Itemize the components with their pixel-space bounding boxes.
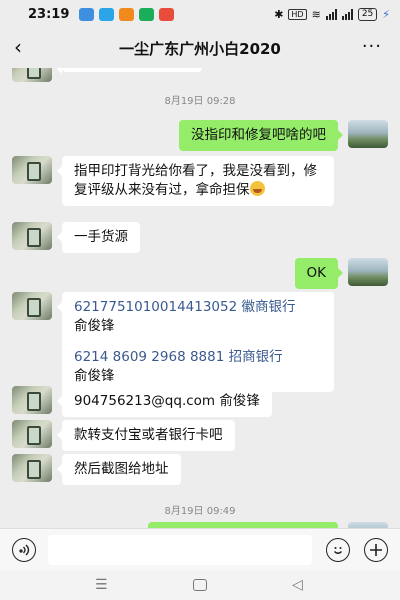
message-text: 指甲印打背光给你看了，我是没看到，修复评级从来没有过，拿命担保 [74,163,317,198]
bank-account-line: 6217751010014413052 徽商银行 [74,299,296,315]
emoji-icon[interactable] [326,538,350,562]
account-name-line: 俞俊锋 [74,318,115,334]
system-nav-bar: ☰ ◁ [0,570,400,600]
home-icon[interactable] [193,579,207,591]
status-time: 23:19 [28,6,70,22]
my-avatar[interactable] [348,120,388,148]
message-self[interactable]: OK [294,258,344,289]
contact-avatar[interactable] [12,386,52,414]
chat-title: 一尘广东广州小白2020 [119,39,281,58]
message-self[interactable]: 没指印和修复吧啥的吧 [179,120,343,151]
account-name-line: 俞俊锋 [74,368,115,384]
app-notification-icon [79,7,95,21]
contact-avatar[interactable] [12,222,52,250]
app-notification-icon [119,7,135,21]
timestamp: 8月19日 09:49 [164,506,236,517]
voice-icon[interactable] [12,538,36,562]
more-options-icon[interactable]: ··· [362,36,382,57]
back-triangle-icon[interactable]: ◁ [292,577,303,593]
message-other[interactable]: 款转支付宝或者银行卡吧 [57,420,235,451]
battery-icon: 25 [357,7,378,21]
charging-icon: ⚡ [382,7,390,21]
bluetooth-icon: ✱ [274,7,284,21]
contact-avatar[interactable] [12,292,52,320]
contact-avatar[interactable] [12,68,52,82]
bank-account-line: 6214 8609 2968 8881 招商银行 [74,349,283,365]
timestamp: 8月19日 09:28 [164,96,236,107]
chat-header: ‹ 一尘广东广州小白2020 ··· [0,28,400,68]
laughing-emoji-icon [249,181,265,196]
plus-icon[interactable] [364,538,388,562]
status-right: ✱ HD ≋ 25 ⚡ [274,7,390,21]
back-icon[interactable]: ‹ [14,36,22,58]
message-other[interactable]: 一手货源 [57,222,140,253]
menu-icon[interactable]: ☰ [95,577,108,593]
status-bar: 23:19 ✱ HD ≋ 25 ⚡ [0,0,400,28]
partial-message [57,68,202,74]
contact-avatar[interactable] [12,156,52,184]
signal-icon [325,8,337,20]
chat-area[interactable]: 8月19日 09:28 没指印和修复吧啥的吧 指甲印打背光给你看了，我是没看到，… [0,68,400,528]
app-notification-icon [99,7,115,21]
contact-avatar[interactable] [12,454,52,482]
wifi-icon: ≋ [311,7,321,21]
input-bar [0,528,400,570]
message-input[interactable] [48,535,312,565]
app-notification-icon [159,7,175,21]
message-other[interactable]: 然后截图给地址 [57,454,181,485]
message-other[interactable]: 904756213@qq.com 俞俊锋 [57,386,272,417]
my-avatar[interactable] [348,258,388,286]
contact-avatar[interactable] [12,420,52,448]
message-other[interactable]: 6217751010014413052 徽商银行 俞俊锋 6214 8609 2… [57,292,334,392]
signal-icon [341,8,353,20]
hd-label: HD [288,8,307,20]
app-notification-icon [139,7,155,21]
message-other[interactable]: 指甲印打背光给你看了，我是没看到，修复评级从来没有过，拿命担保 [57,156,334,206]
